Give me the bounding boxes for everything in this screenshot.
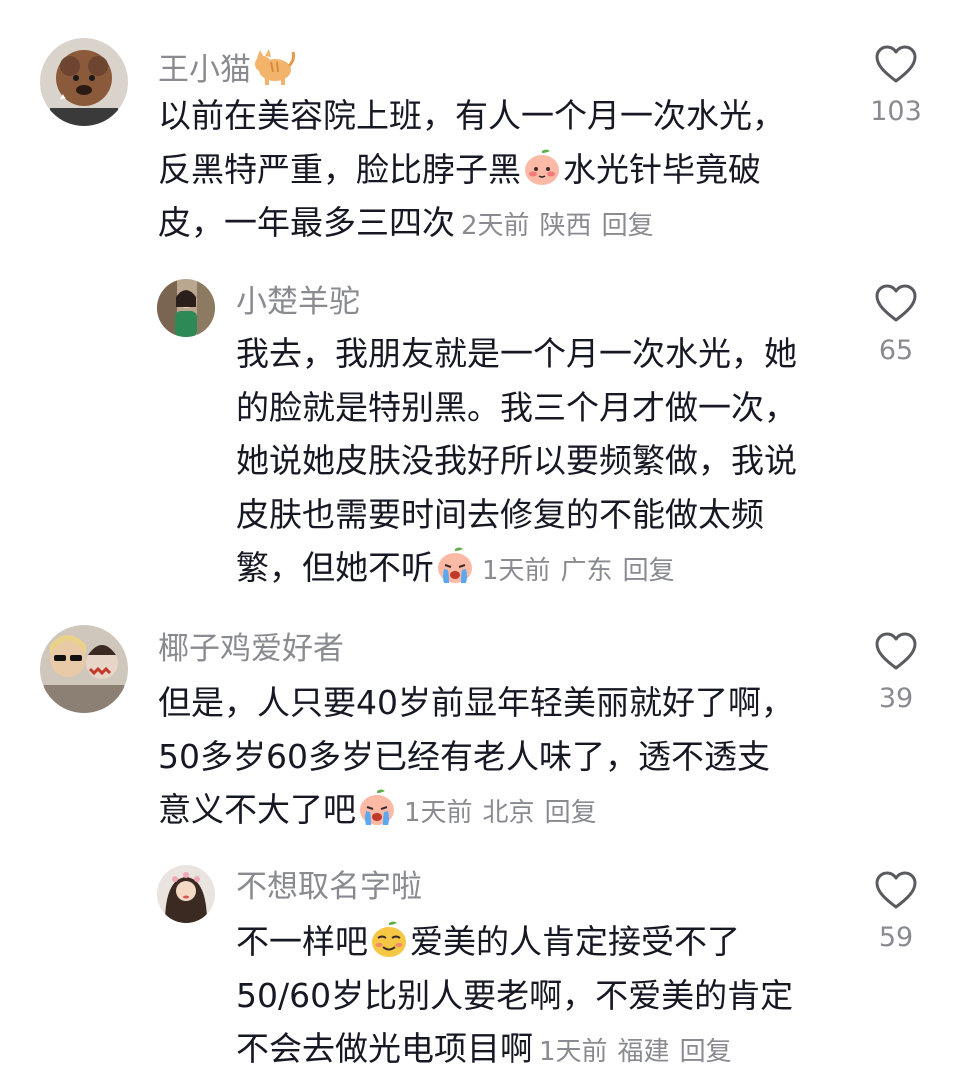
- like-button[interactable]: 65: [851, 283, 941, 366]
- comment-time: 1天前: [539, 1037, 608, 1067]
- avatar[interactable]: [157, 865, 215, 923]
- comment-text: 皮，一年最多三四次: [158, 203, 455, 242]
- comment-location: 陕西: [539, 211, 592, 241]
- peach-crying-emoji-icon: [435, 545, 475, 585]
- comment-text: 但是，人只要40岁前显年轻美丽就好了啊，: [158, 683, 794, 722]
- comment-text: 皮肤也需要时间去修复的不能做太频: [236, 494, 764, 534]
- comment-text: 不会去做光电项目啊: [236, 1029, 533, 1068]
- like-button[interactable]: 59: [851, 870, 941, 953]
- comment-meta: 1天前 北京 回复: [404, 798, 597, 828]
- avatar[interactable]: [40, 38, 128, 126]
- comment-text: 她说她皮肤没我好所以要频繁做，我说: [236, 441, 797, 480]
- comment-text: 爱美的人肯定接受不了: [410, 922, 740, 961]
- comment-meta: 1天前 福建 回复: [539, 1037, 732, 1067]
- comment-text: 50/60岁比别人要老啊，不爱美的肯定: [236, 975, 794, 1015]
- username[interactable]: 王小猫: [158, 52, 251, 88]
- comment-text: 50多岁60多岁已经有老人味了，透不透支: [158, 736, 770, 776]
- avatar[interactable]: [157, 279, 215, 337]
- reply-button[interactable]: 回复: [680, 1037, 732, 1067]
- reply-button[interactable]: 回复: [602, 211, 654, 241]
- comment-text: 的脸就是特别黑。我三个月才做一次，: [236, 387, 797, 427]
- like-count: 39: [878, 683, 914, 714]
- like-count: 59: [878, 922, 914, 953]
- peach-smirk-emoji-icon: [369, 919, 409, 959]
- comment-text: 意义不大了吧: [158, 790, 356, 829]
- reply-button[interactable]: 回复: [623, 556, 675, 586]
- heart-outline-icon: [875, 45, 917, 83]
- comment-location: 广东: [560, 556, 613, 586]
- like-button[interactable]: 103: [851, 44, 941, 127]
- reply-button[interactable]: 回复: [545, 798, 597, 828]
- like-count: 65: [878, 335, 914, 366]
- username[interactable]: 椰子鸡爱好者: [158, 631, 344, 667]
- peach-crying-emoji-icon: [357, 787, 397, 827]
- heart-outline-icon: [875, 632, 917, 670]
- heart-outline-icon: [875, 871, 917, 909]
- cat-emoji-icon: [253, 48, 295, 86]
- username[interactable]: 小楚羊驼: [236, 284, 360, 320]
- comment-meta: 2天前 陕西 回复: [461, 211, 654, 241]
- comment-text: 不一样吧: [236, 922, 368, 961]
- like-count: 103: [870, 96, 922, 127]
- heart-outline-icon: [875, 284, 917, 322]
- peach-blush-emoji-icon: [522, 147, 562, 187]
- comment-location: 北京: [482, 798, 535, 828]
- comment-time: 1天前: [482, 556, 551, 586]
- comment-text: 反黑特严重，脸比脖子黑: [158, 149, 521, 189]
- like-button[interactable]: 39: [851, 631, 941, 714]
- comment-text: 水光针毕竟破: [563, 149, 761, 189]
- comment-text: 以前在美容院上班，有人一个月一次水光，: [158, 96, 785, 135]
- comment-meta: 1天前 广东 回复: [482, 556, 675, 586]
- comment-location: 福建: [617, 1037, 670, 1067]
- comment-time: 1天前: [404, 798, 473, 828]
- comment-text: 繁，但她不听: [236, 548, 434, 587]
- username[interactable]: 不想取名字啦: [236, 869, 422, 905]
- avatar[interactable]: [40, 625, 128, 713]
- comment-text: 我去，我朋友就是一个月一次水光，她: [236, 334, 797, 373]
- comment-time: 2天前: [461, 211, 530, 241]
